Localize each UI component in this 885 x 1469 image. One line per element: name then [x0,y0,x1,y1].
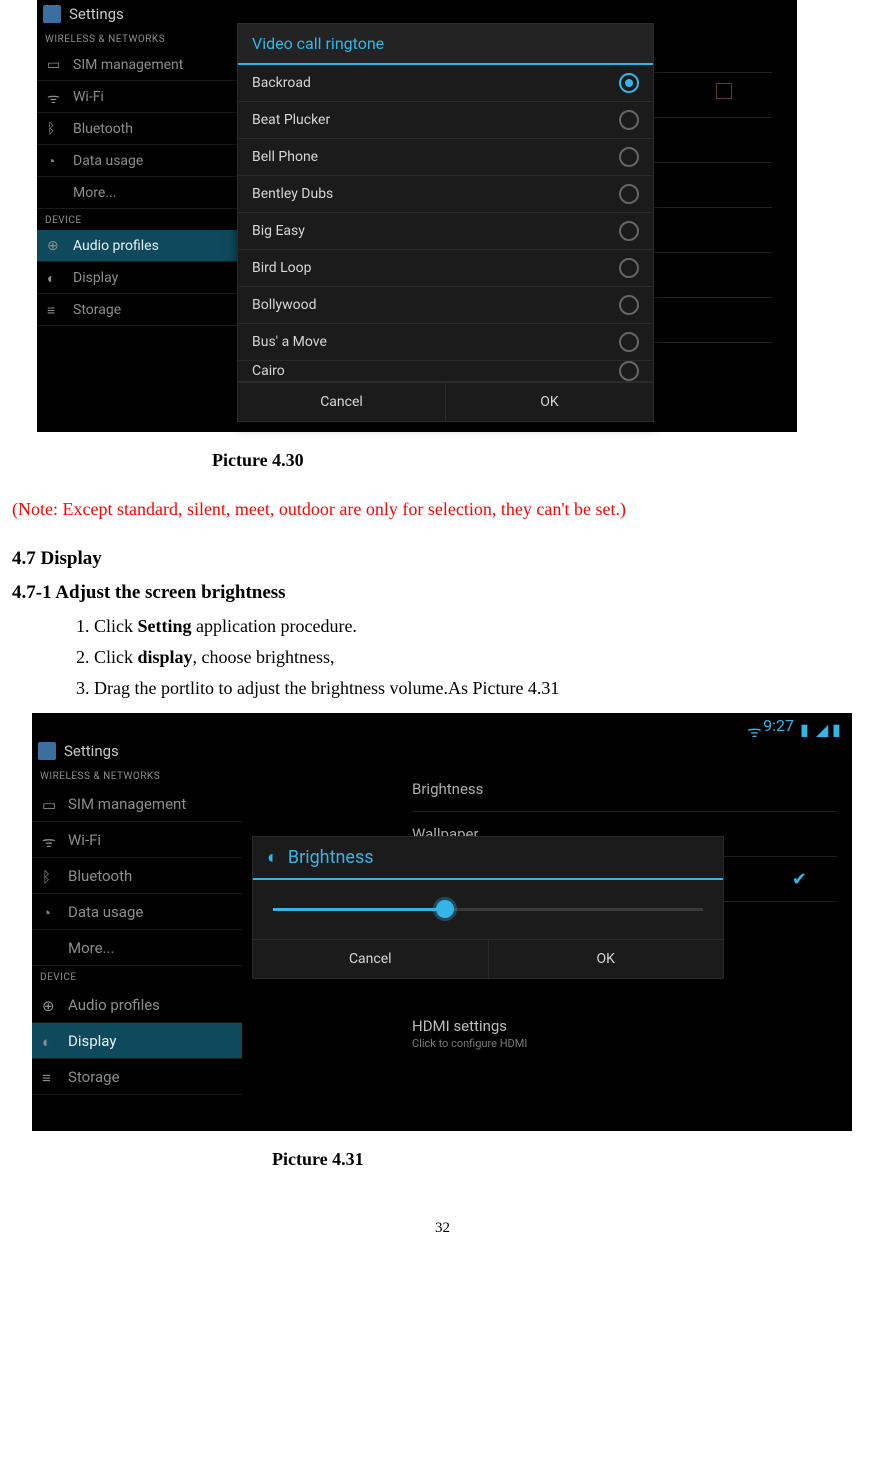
ringtone-option[interactable]: Big Easy [238,213,653,250]
slider-track [273,908,703,911]
step-item: Click Setting application procedure. [94,616,873,637]
display-icon: ◐ [47,270,63,286]
slider-fill [273,908,445,911]
sidebar-item-storage[interactable]: ≡Storage [37,294,237,326]
sidebar-item-audio-profiles[interactable]: ⊕Audio profiles [37,230,237,262]
step-item: Click display, choose brightness, [94,647,873,668]
sidebar-item-more[interactable]: More... [32,930,242,966]
wifi-status-icon: ᯤ [747,720,757,730]
signal-icon: ◢ [816,720,826,730]
blank-icon [47,185,63,201]
audio-icon: ⊕ [47,238,63,254]
status-bar: ᯤ 9:27 ▮ ◢ ▮ [32,713,852,737]
sidebar-item-data-usage[interactable]: ◔Data usage [37,145,237,177]
note-text: (Note: Except standard, silent, meet, ou… [12,499,873,520]
audio-icon: ⊕ [42,997,58,1013]
cancel-button[interactable]: Cancel [253,940,489,978]
section-device: DEVICE [37,209,237,230]
display-icon: ◐ [42,1033,58,1049]
ringtone-option[interactable]: Bell Phone [238,139,653,176]
brightness-slider[interactable] [253,880,723,939]
checkmark-icon: ✔ [792,869,807,890]
dialog-buttons: Cancel OK [238,382,653,421]
settings-icon [38,742,56,760]
section-wireless: WIRELESS & NETWORKS [37,28,237,49]
sidebar-item-bluetooth[interactable]: ᛒBluetooth [37,113,237,145]
sidebar-item-data-usage[interactable]: ◔Data usage [32,894,242,930]
ringtone-dialog: Video call ringtone Backroad Beat Plucke… [237,23,654,422]
bluetooth-icon: ᛒ [47,121,63,137]
settings-sidebar: Settings WIRELESS & NETWORKS ▭SIM manage… [37,0,237,432]
app-title: Settings [64,742,119,760]
radio-icon[interactable] [619,110,639,130]
ringtone-option[interactable]: Bird Loop [238,250,653,287]
ringtone-option[interactable]: Bollywood [238,287,653,324]
ok-button[interactable]: OK [489,940,724,978]
blank-icon [42,940,58,956]
ringtone-option[interactable]: Bentley Dubs [238,176,653,213]
main-item-hdmi[interactable]: HDMI settings Click to configure HDMI [412,1017,527,1050]
brightness-icon: ◐ [267,847,278,868]
sidebar-item-wifi[interactable]: ᯤWi-Fi [32,822,242,858]
steps-list: Click Setting application procedure. Cli… [94,616,873,699]
radio-icon[interactable] [619,147,639,167]
caption-4-31: Picture 4.31 [272,1149,873,1170]
sidebar-item-display[interactable]: ◐Display [37,262,237,294]
ok-button[interactable]: OK [446,383,653,421]
dialog-buttons: Cancel OK [253,939,723,978]
screenshot-picture-4-30: Settings WIRELESS & NETWORKS ▭SIM manage… [37,0,797,432]
battery-icon: ▮ [832,720,842,730]
ringtone-option[interactable]: Backroad [238,65,653,102]
main-item-brightness[interactable]: Brightness [412,767,837,812]
sim-icon: ▭ [47,57,63,73]
app-title-bar: Settings [37,0,237,28]
data-usage-icon: ◔ [47,153,63,169]
brightness-dialog: ◐ Brightness Cancel OK [252,836,724,979]
app-title-bar: Settings [32,737,242,765]
clock: 9:27 [763,716,794,735]
radio-icon[interactable] [619,221,639,241]
wifi-icon: ᯤ [47,89,63,105]
sim-icon: ▭ [42,796,58,812]
settings-icon [43,5,61,23]
storage-icon: ≡ [47,302,63,318]
sidebar-item-audio-profiles[interactable]: ⊕Audio profiles [32,987,242,1023]
sidebar-item-sim[interactable]: ▭SIM management [37,49,237,81]
screenshot-picture-4-31: ᯤ 9:27 ▮ ◢ ▮ Settings WIRELESS & NETWORK… [32,713,852,1131]
section-heading: 4.7 Display [12,548,873,570]
cancel-button[interactable]: Cancel [238,383,446,421]
slider-thumb[interactable] [436,900,454,918]
radio-icon[interactable] [619,258,639,278]
sidebar-item-storage[interactable]: ≡Storage [32,1059,242,1095]
dialog-title: ◐ Brightness [253,837,723,880]
step-item: Drag the portlito to adjust the brightne… [94,678,873,699]
radio-icon[interactable] [619,295,639,315]
sidebar-item-wifi[interactable]: ᯤWi-Fi [37,81,237,113]
app-title: Settings [69,5,124,23]
section-device: DEVICE [32,966,242,987]
radio-icon[interactable] [619,361,639,381]
bluetooth-icon: ᛒ [42,868,58,884]
ringtone-option[interactable]: Cairo [238,361,653,382]
dialog-title: Video call ringtone [238,24,653,65]
page-number: 32 [12,1220,873,1257]
subsection-heading: 4.7-1 Adjust the screen brightness [12,582,873,604]
sidebar-item-more[interactable]: More... [37,177,237,209]
section-wireless: WIRELESS & NETWORKS [32,765,242,786]
ringtone-option[interactable]: Beat Plucker [238,102,653,139]
sidebar-item-bluetooth[interactable]: ᛒBluetooth [32,858,242,894]
checkbox-placeholder[interactable] [716,83,732,99]
sidebar-item-sim[interactable]: ▭SIM management [32,786,242,822]
settings-sidebar: Settings WIRELESS & NETWORKS ▭SIM manage… [32,737,242,1131]
data-usage-icon: ◔ [42,904,58,920]
radio-selected-icon[interactable] [619,73,639,93]
wifi-icon: ᯤ [42,832,58,848]
storage-icon: ≡ [42,1069,58,1085]
radio-icon[interactable] [619,332,639,352]
signal-icon: ▮ [800,720,810,730]
caption-4-30: Picture 4.30 [212,450,873,471]
sidebar-item-display[interactable]: ◐Display [32,1023,242,1059]
ringtone-option[interactable]: Bus' a Move [238,324,653,361]
radio-icon[interactable] [619,184,639,204]
